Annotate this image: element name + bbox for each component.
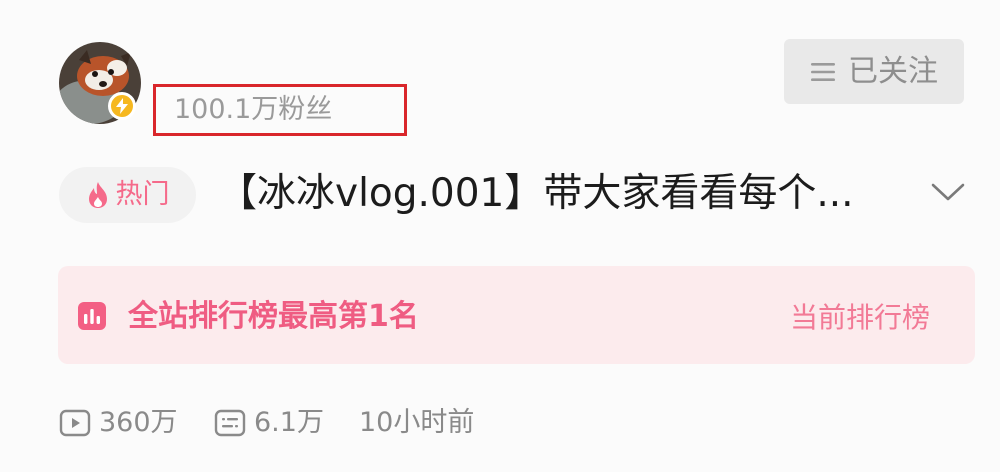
- danmaku-icon: [214, 409, 246, 437]
- follow-button-label: 已关注: [848, 53, 938, 89]
- publish-time-stat: 10小时前: [359, 405, 474, 441]
- danmaku-count: 6.1万: [254, 407, 324, 438]
- video-info-card: 100.1万粉丝 已关注 热门 【冰冰vlog.001】带大家看看每个... 全…: [0, 0, 1000, 472]
- chevron-down-icon[interactable]: [930, 180, 966, 204]
- verified-badge-icon: [108, 92, 136, 120]
- hot-tag-label: 热门: [115, 179, 170, 210]
- fire-icon: [88, 182, 107, 208]
- play-count-stat: 360万: [59, 405, 178, 441]
- play-icon: [59, 409, 91, 437]
- current-ranking-link[interactable]: 当前排行榜: [790, 299, 930, 337]
- fans-count: 100.1万粉丝: [174, 94, 333, 125]
- ranking-title: 全站排行榜最高第1名: [128, 299, 419, 334]
- ranking-chart-icon: [78, 302, 106, 330]
- menu-icon: [811, 62, 835, 81]
- publish-time: 10小时前: [359, 407, 475, 438]
- follow-button[interactable]: 已关注: [784, 39, 964, 104]
- hot-tag[interactable]: 热门: [59, 167, 196, 223]
- danmaku-count-stat: 6.1万: [214, 405, 324, 441]
- play-count: 360万: [99, 407, 178, 438]
- video-title[interactable]: 【冰冰vlog.001】带大家看看每个...: [218, 168, 854, 220]
